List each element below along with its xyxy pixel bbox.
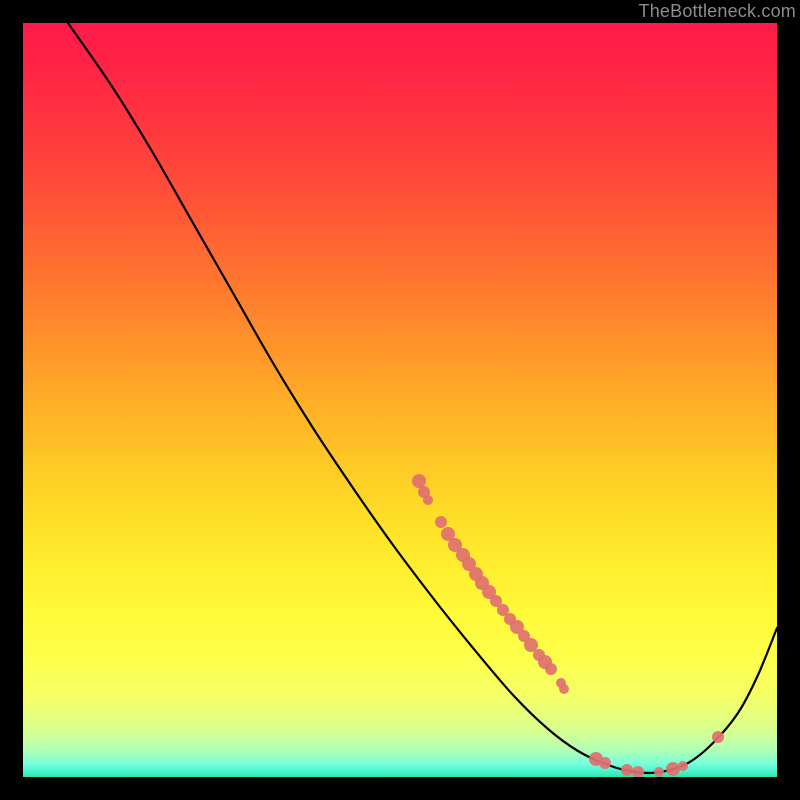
data-point: [599, 757, 611, 769]
data-point: [423, 495, 433, 505]
attribution-label: TheBottleneck.com: [639, 1, 796, 22]
data-point: [545, 663, 557, 675]
data-point: [712, 731, 724, 743]
data-point: [654, 767, 664, 777]
data-point: [678, 761, 688, 771]
data-point: [559, 684, 569, 694]
data-point: [412, 474, 426, 488]
data-point: [621, 764, 633, 776]
bottleneck-curve: [23, 23, 777, 777]
data-point: [666, 762, 680, 776]
data-point: [632, 766, 644, 777]
chart-frame: [23, 23, 777, 777]
data-point: [435, 516, 447, 528]
